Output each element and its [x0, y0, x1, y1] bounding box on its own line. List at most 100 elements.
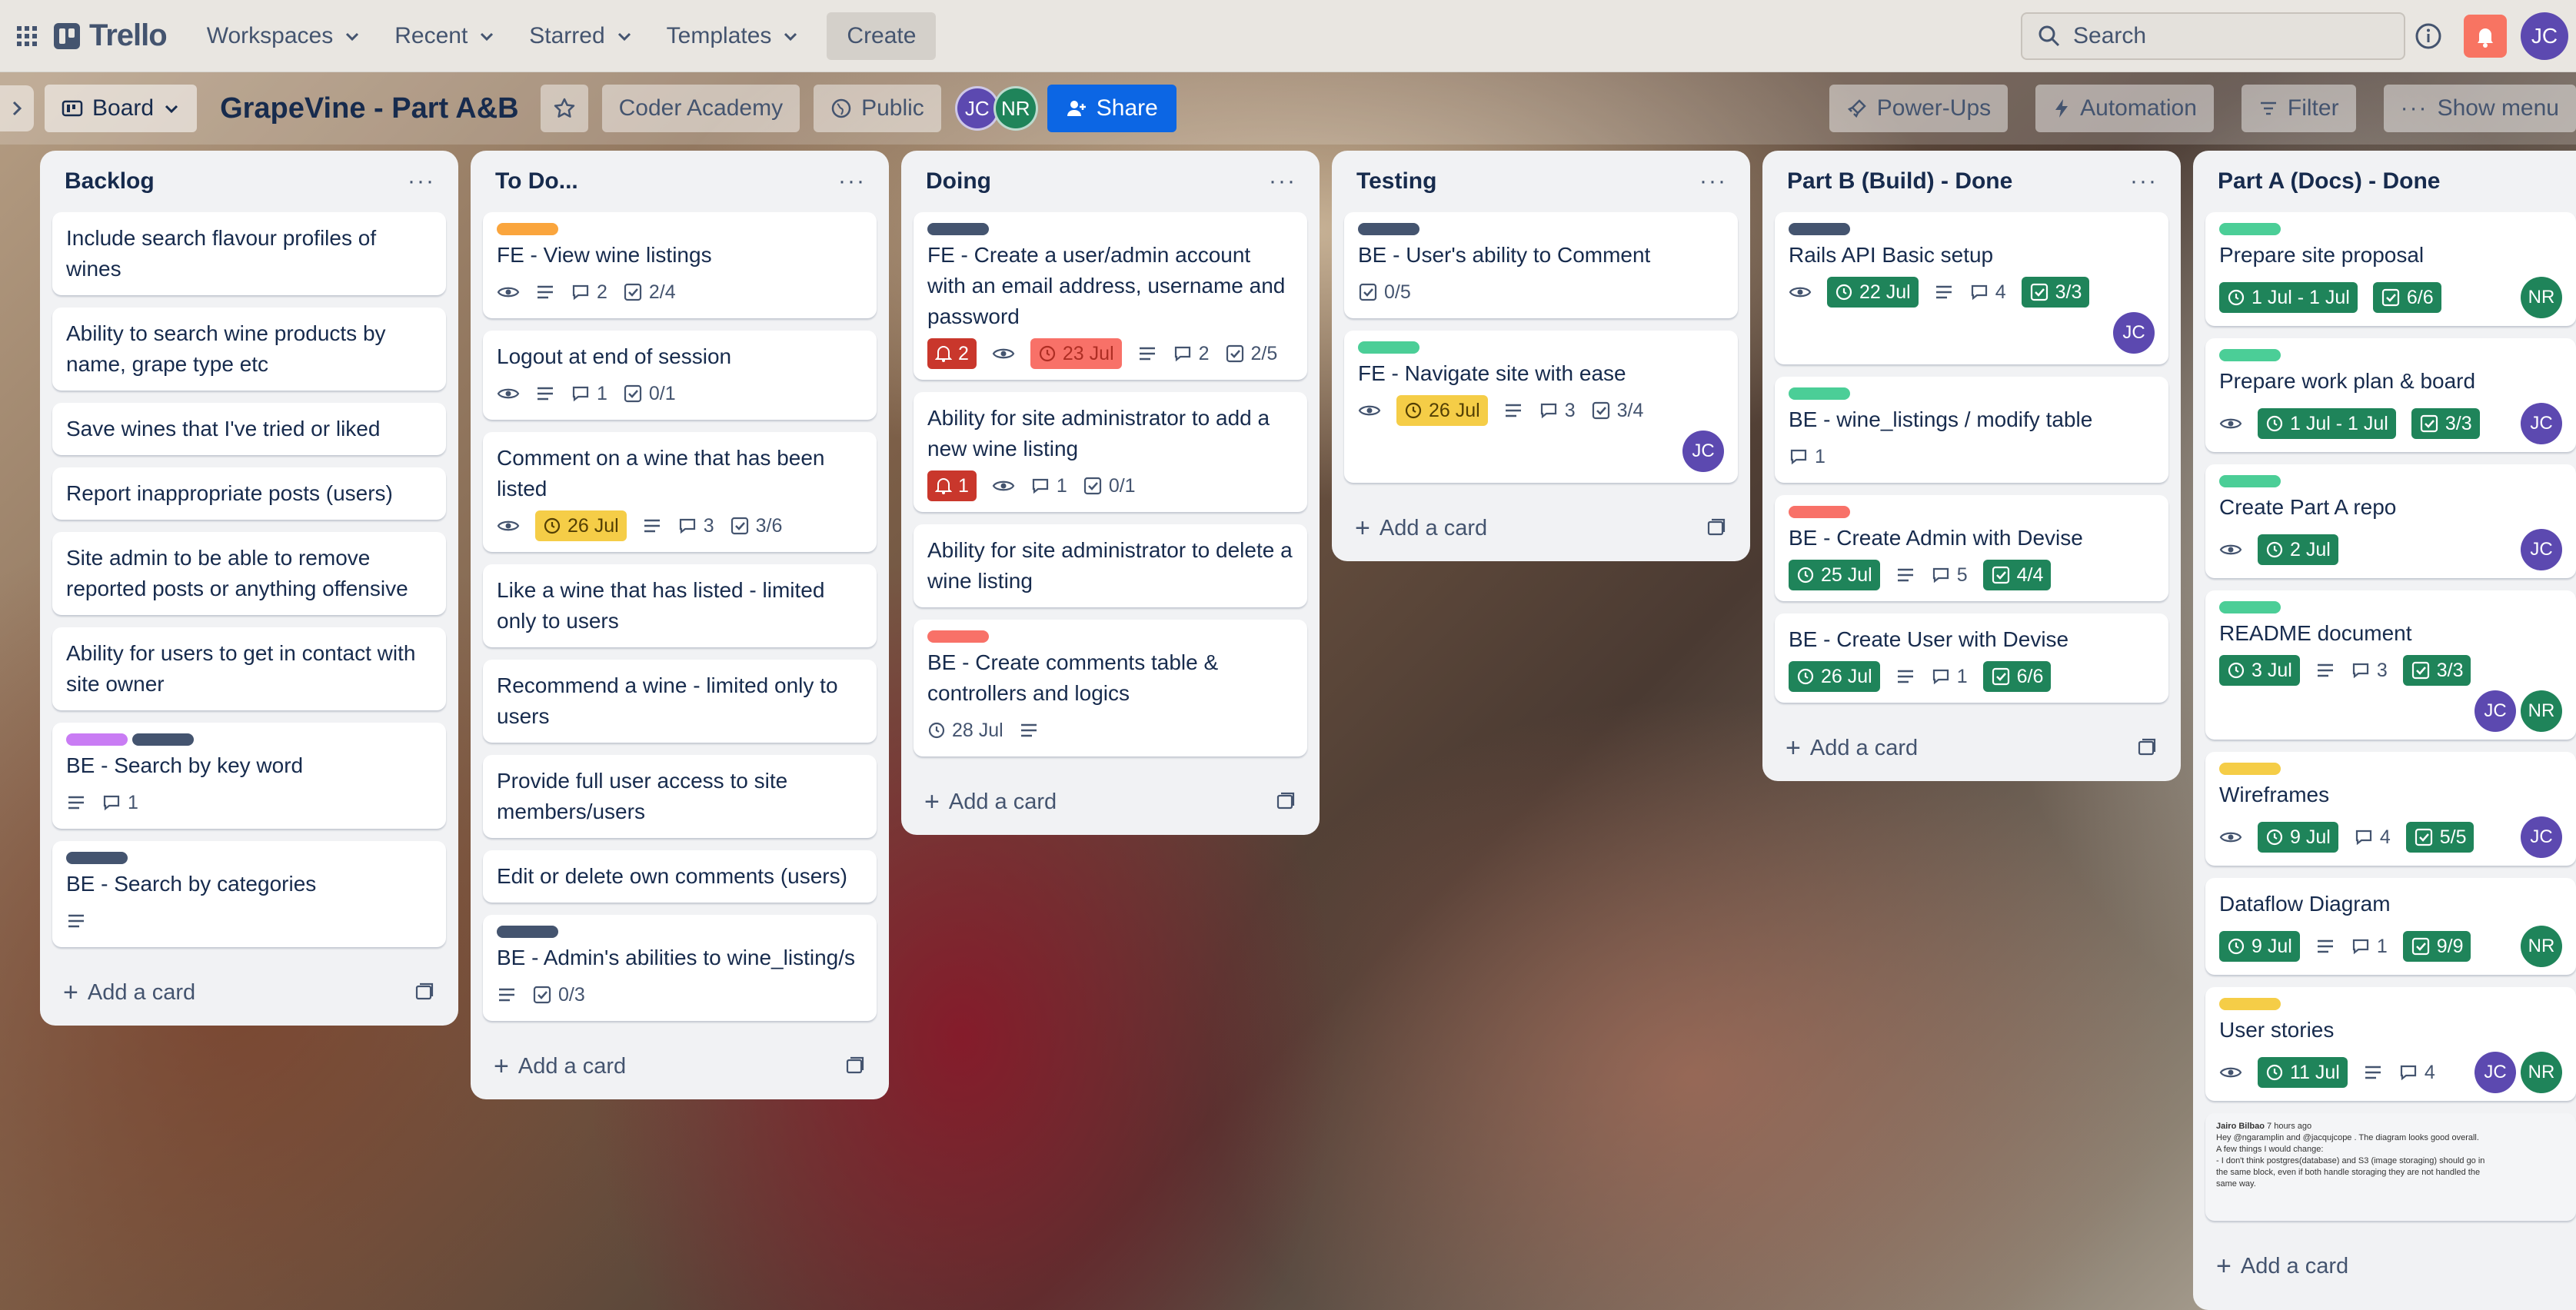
card[interactable]: Prepare site proposal 1 Jul - 1 Jul 6/6 …	[2205, 212, 2576, 326]
list-title[interactable]: Testing	[1356, 168, 1436, 195]
due-date-badge[interactable]: 9 Jul	[2219, 931, 2300, 962]
list-title[interactable]: Part B (Build) - Done	[1787, 168, 2012, 195]
due-date-badge[interactable]: 1 Jul - 1 Jul	[2258, 408, 2396, 439]
notifications-button[interactable]	[2464, 15, 2507, 58]
card[interactable]: FE - View wine listings 2 2/4	[483, 212, 877, 318]
nav-recent[interactable]: Recent	[378, 13, 512, 59]
due-date-badge[interactable]: 2 Jul	[2258, 534, 2338, 565]
due-date-badge[interactable]: 11 Jul	[2258, 1057, 2348, 1088]
show-menu-button[interactable]: ··· Show menu	[2383, 85, 2576, 132]
card[interactable]: Save wines that I've tried or liked	[52, 403, 446, 455]
due-date-badge[interactable]: 25 Jul	[1789, 560, 1880, 590]
due-date-badge[interactable]: 22 Jul	[1827, 277, 1919, 308]
card[interactable]: User stories 11 Jul 4 JC NR	[2205, 987, 2576, 1101]
list-title[interactable]: Backlog	[65, 168, 155, 195]
card[interactable]: Ability for site administrator to delete…	[914, 524, 1307, 607]
card[interactable]: BE - Create Admin with Devise 25 Jul 5 4…	[1775, 495, 2168, 601]
card[interactable]: BE - Search by categories	[52, 841, 446, 947]
add-card-button[interactable]: + Add a card	[483, 1033, 877, 1099]
due-date-badge[interactable]: 26 Jul	[535, 510, 627, 541]
member-avatar-nr[interactable]: NR	[993, 86, 1038, 131]
member-avatar[interactable]: JC	[2521, 403, 2562, 444]
info-button[interactable]	[2407, 15, 2450, 58]
filter-button[interactable]: Filter	[2241, 85, 2356, 132]
star-board-button[interactable]	[540, 85, 588, 132]
due-date-badge[interactable]: 9 Jul	[2258, 822, 2338, 853]
card[interactable]: BE - Search by key word 1	[52, 723, 446, 829]
create-button[interactable]: Create	[827, 12, 937, 60]
card[interactable]: Site admin to be able to remove reported…	[52, 532, 446, 615]
add-card-button[interactable]: + Add a card	[52, 959, 446, 1026]
nav-templates[interactable]: Templates	[650, 13, 817, 59]
add-card-button[interactable]: + Add a card	[914, 769, 1307, 835]
add-card-button[interactable]: + Add a card	[1775, 715, 2168, 781]
card[interactable]: Logout at end of session 1 0/1	[483, 331, 877, 420]
expand-sidebar-button[interactable]	[0, 85, 34, 131]
card[interactable]: Provide full user access to site members…	[483, 755, 877, 838]
member-avatar[interactable]: JC	[1682, 431, 1724, 472]
list-menu-icon[interactable]: ···	[408, 168, 435, 195]
search-input[interactable]: Search	[2021, 12, 2405, 60]
due-date-badge[interactable]: 28 Jul	[927, 715, 1003, 746]
nav-starred[interactable]: Starred	[512, 13, 649, 59]
card[interactable]: Ability for users to get in contact with…	[52, 627, 446, 710]
card[interactable]: Wireframes 9 Jul 4 5/5 JC	[2205, 752, 2576, 866]
add-card-button[interactable]: + Add a card	[2205, 1233, 2576, 1299]
automation-button[interactable]: Automation	[2035, 85, 2214, 132]
card[interactable]: Dataflow Diagram 9 Jul 1 9/9 NR	[2205, 878, 2576, 975]
nav-workspaces[interactable]: Workspaces	[190, 13, 378, 59]
due-date-badge[interactable]: 1 Jul - 1 Jul	[2219, 282, 2358, 313]
member-avatar-jc[interactable]: JC	[2474, 1052, 2516, 1093]
member-avatar-nr[interactable]: NR	[2521, 1052, 2562, 1093]
card[interactable]: Ability for site administrator to add a …	[914, 392, 1307, 512]
member-avatar[interactable]: JC	[2521, 529, 2562, 570]
board-view-switcher[interactable]: Board	[45, 85, 198, 132]
card[interactable]: Ability to search wine products by name,…	[52, 308, 446, 391]
member-avatar[interactable]: NR	[2521, 277, 2562, 318]
card-template-icon[interactable]	[414, 982, 435, 1003]
comment-screenshot-card[interactable]: Jairo Bilbao 7 hours ago Hey @ngaramplin…	[2205, 1113, 2576, 1221]
card[interactable]: Report inappropriate posts (users)	[52, 467, 446, 520]
user-avatar[interactable]: JC	[2521, 12, 2568, 60]
due-date-badge[interactable]: 26 Jul	[1396, 395, 1488, 426]
card[interactable]: FE - Create a user/admin account with an…	[914, 212, 1307, 380]
card[interactable]: Create Part A repo 2 Jul JC	[2205, 464, 2576, 578]
trello-logo[interactable]: Trello	[54, 18, 168, 53]
card[interactable]: BE - Create User with Devise 26 Jul 1 6/…	[1775, 613, 2168, 703]
board-title[interactable]: GrapeVine - Part A&B	[220, 92, 519, 125]
card[interactable]: Rails API Basic setup 22 Jul 4 3/3 JC	[1775, 212, 2168, 364]
card[interactable]: Include search flavour profiles of wines	[52, 212, 446, 295]
card[interactable]: FE - Navigate site with ease 26 Jul 3 3/…	[1344, 331, 1738, 483]
card[interactable]: Like a wine that has listed - limited on…	[483, 564, 877, 647]
list-menu-icon[interactable]: ···	[2130, 168, 2158, 195]
due-date-badge[interactable]: 3 Jul	[2219, 655, 2300, 686]
power-ups-button[interactable]: Power-Ups	[1829, 85, 2009, 132]
due-date-badge[interactable]: 23 Jul	[1030, 338, 1122, 369]
member-avatar[interactable]: JC	[2113, 312, 2155, 354]
due-date-badge[interactable]: 26 Jul	[1789, 661, 1880, 692]
visibility-button[interactable]: Public	[814, 85, 941, 132]
card[interactable]: Edit or delete own comments (users)	[483, 850, 877, 903]
member-avatar-nr[interactable]: NR	[2521, 690, 2562, 732]
card[interactable]: Recommend a wine - limited only to users	[483, 660, 877, 743]
app-switcher-button[interactable]	[0, 0, 54, 72]
workspace-button[interactable]: Coder Academy	[601, 85, 800, 132]
card-template-icon[interactable]	[844, 1056, 866, 1077]
card[interactable]: BE - User's ability to Comment 0/5	[1344, 212, 1738, 318]
card[interactable]: BE - Create comments table & controllers…	[914, 620, 1307, 756]
card[interactable]: README document 3 Jul 3 3/3 JC NR	[2205, 590, 2576, 740]
member-avatar[interactable]: NR	[2521, 926, 2562, 967]
card[interactable]: BE - Admin's abilities to wine_listing/s…	[483, 915, 877, 1021]
member-avatar-jc[interactable]: JC	[2474, 690, 2516, 732]
card[interactable]: Prepare work plan & board 1 Jul - 1 Jul …	[2205, 338, 2576, 452]
card-template-icon[interactable]	[1275, 791, 1296, 813]
share-button[interactable]: Share	[1047, 85, 1177, 132]
member-avatar[interactable]: JC	[2521, 816, 2562, 858]
card[interactable]: Comment on a wine that has been listed 2…	[483, 432, 877, 552]
add-card-button[interactable]: + Add a card	[1344, 495, 1738, 561]
card-template-icon[interactable]	[2136, 737, 2158, 759]
card-template-icon[interactable]	[1706, 517, 1727, 539]
list-title[interactable]: Part A (Docs) - Done	[2218, 168, 2440, 195]
list-title[interactable]: To Do...	[495, 168, 578, 195]
list-menu-icon[interactable]: ···	[838, 168, 866, 195]
